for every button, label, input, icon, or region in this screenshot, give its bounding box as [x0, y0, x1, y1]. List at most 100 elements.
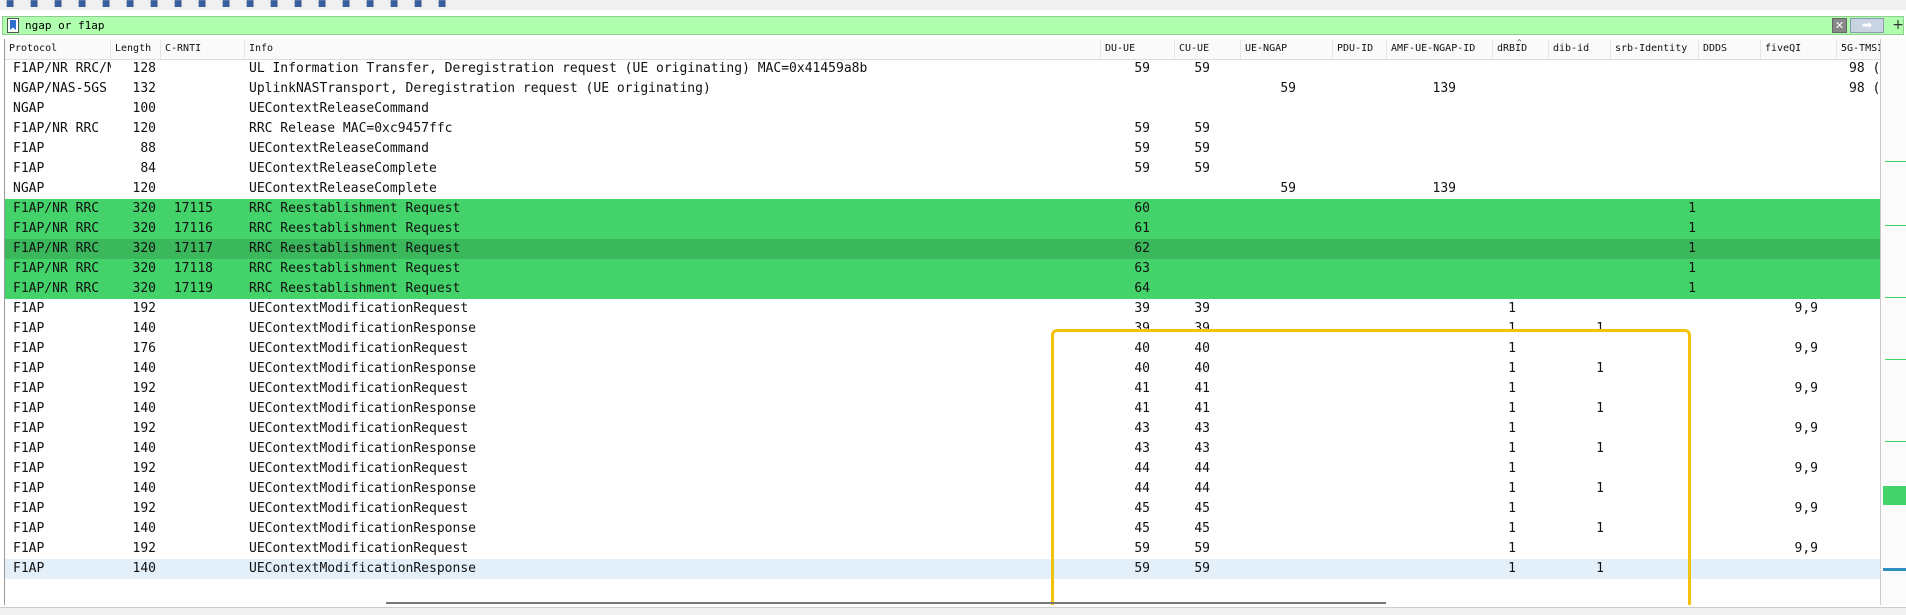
- packet-row[interactable]: F1AP 192 UEContextModificationRequest 41 41 1…: [5, 379, 1881, 399]
- cell-srb-identity: [1611, 159, 1701, 179]
- add-filter-button[interactable]: +: [1891, 17, 1905, 34]
- cell-ue-ngap: [1219, 59, 1301, 79]
- column-header[interactable]: Protocol: [5, 39, 111, 59]
- packet-row[interactable]: F1AP 140 UEContextModificationResponse 41 41…: [5, 399, 1881, 419]
- cell-pdu-id: [1301, 239, 1349, 259]
- zoom-reset-icon[interactable]: ■: [412, 0, 424, 9]
- packet-row[interactable]: NGAP 120 UEContextReleaseComplete 59 139: [5, 179, 1881, 199]
- cell-srb-identity: [1611, 419, 1701, 439]
- packet-row[interactable]: NGAP/NAS-5GS 132 UplinkNASTransport, Dereg…: [5, 79, 1881, 99]
- cell-crnti: 17118: [173, 261, 213, 276]
- packet-row[interactable]: F1AP 176 UEContextModificationRequest 40 40 1…: [5, 339, 1881, 359]
- cell-drbid: 1: [1508, 381, 1516, 396]
- column-header[interactable]: Info: [245, 39, 1101, 59]
- colorize-icon[interactable]: ■: [340, 0, 352, 9]
- go-back-icon[interactable]: ■: [196, 0, 208, 9]
- packet-row[interactable]: F1AP/NR RRC 320 17118 RRC Reestablishment R…: [5, 259, 1881, 279]
- open-icon[interactable]: ■: [76, 0, 88, 9]
- column-header[interactable]: DU-UE: [1101, 39, 1175, 59]
- column-header[interactable]: fiveQI: [1761, 39, 1837, 59]
- display-filter-input[interactable]: [25, 17, 1825, 34]
- horizontal-scrollbar-thumb[interactable]: [386, 602, 1386, 604]
- cell-fiveqi: [1761, 259, 1823, 279]
- cell-amf-ue-ngap-id: [1349, 479, 1461, 499]
- cell-ue-ngap: 59: [1280, 181, 1296, 196]
- column-header[interactable]: Length: [111, 39, 161, 59]
- go-first-icon[interactable]: ■: [268, 0, 280, 9]
- resize-columns-icon[interactable]: ■: [436, 0, 448, 9]
- packet-row[interactable]: F1AP 140 UEContextModificationResponse 44 44…: [5, 479, 1881, 499]
- packet-row[interactable]: F1AP 84 UEContextReleaseComplete 59 59: [5, 159, 1881, 179]
- column-header[interactable]: DDDS: [1699, 39, 1761, 59]
- cell-drbid: [1461, 279, 1521, 299]
- packet-list[interactable]: Protocol Length C-RNTI Info DU-UE CU-UE UE-NGA…: [4, 39, 1881, 605]
- cell-protocol: F1AP: [13, 361, 45, 376]
- packet-row[interactable]: F1AP 192 UEContextModificationRequest 59 59 1…: [5, 539, 1881, 559]
- packet-row[interactable]: F1AP 192 UEContextModificationRequest 43 43 1…: [5, 419, 1881, 439]
- cell-pdu-id: [1301, 219, 1349, 239]
- cell-dib-id: [1525, 279, 1609, 299]
- packet-row[interactable]: F1AP 192 UEContextModificationRequest 44 44 1…: [5, 459, 1881, 479]
- column-header[interactable]: PDU-ID: [1333, 39, 1387, 59]
- cell-amf-ue-ngap-id: [1349, 139, 1461, 159]
- apply-filter-button[interactable]: ➡: [1850, 18, 1884, 33]
- cell-info: UEContextModificationRequest: [249, 341, 469, 356]
- cell-amf-ue-ngap-id: [1349, 239, 1461, 259]
- packet-row[interactable]: F1AP 140 UEContextModificationResponse 40 40…: [5, 359, 1881, 379]
- column-header[interactable]: C-RNTI: [161, 39, 245, 59]
- go-forward-icon[interactable]: ■: [220, 0, 232, 9]
- save-icon[interactable]: ■: [100, 0, 112, 9]
- sort-indicator-icon: ^: [1517, 39, 1522, 47]
- column-header[interactable]: srb-Identity: [1611, 39, 1699, 59]
- autoscroll-icon[interactable]: ■: [316, 0, 328, 9]
- reload-icon[interactable]: ■: [148, 0, 160, 9]
- go-to-packet-icon[interactable]: ■: [244, 0, 256, 9]
- packet-row[interactable]: F1AP/NR RRC 120 RRC Release MAC=0xc9457ffc…: [5, 119, 1881, 139]
- stop-icon[interactable]: ■: [4, 0, 16, 9]
- column-header[interactable]: CU-UE: [1175, 39, 1241, 59]
- cell-length: 192: [132, 381, 156, 396]
- packet-row[interactable]: F1AP 140 UEContextModificationResponse 59 59…: [5, 559, 1881, 579]
- cell-du-ue: 64: [1134, 281, 1150, 296]
- column-header[interactable]: 5G-TMSI: [1837, 39, 1881, 59]
- zoom-in-icon[interactable]: ■: [364, 0, 376, 9]
- packet-row[interactable]: F1AP/NR RRC 320 17119 RRC Reestablishment R…: [5, 279, 1881, 299]
- cell-dib-id: [1525, 539, 1609, 559]
- packet-row[interactable]: F1AP 88 UEContextReleaseCommand 59 59: [5, 139, 1881, 159]
- packet-row[interactable]: F1AP 140 UEContextModificationResponse 45 45…: [5, 519, 1881, 539]
- cell-amf-ue-ngap-id: 139: [1432, 181, 1456, 196]
- column-header[interactable]: AMF-UE-NGAP-ID: [1387, 39, 1493, 59]
- packet-minimap-scrollbar[interactable]: [1880, 39, 1906, 605]
- cell-drbid: 1: [1508, 561, 1516, 576]
- packet-row[interactable]: F1AP/NR RRC 320 17116 RRC Reestablishment R…: [5, 219, 1881, 239]
- column-header[interactable]: UE-NGAP: [1241, 39, 1333, 59]
- restart-icon[interactable]: ■: [28, 0, 40, 9]
- cell-dib-id: 1: [1596, 361, 1604, 376]
- packet-row[interactable]: F1AP/NR RRC 320 17117 RRC Reestablishment R…: [5, 239, 1881, 259]
- cell-fiveqi: [1761, 99, 1823, 119]
- packet-row[interactable]: F1AP 140 UEContextModificationResponse 43 43…: [5, 439, 1881, 459]
- bookmark-icon[interactable]: [7, 18, 19, 33]
- packet-row[interactable]: F1AP 192 UEContextModificationRequest 45 45 1…: [5, 499, 1881, 519]
- packet-row[interactable]: F1AP/NR RRC 320 17115 RRC Reestablishment R…: [5, 199, 1881, 219]
- go-last-icon[interactable]: ■: [292, 0, 304, 9]
- column-header[interactable]: dib-id: [1549, 39, 1611, 59]
- cell-amf-ue-ngap-id: [1349, 299, 1461, 319]
- packet-row[interactable]: F1AP 192 UEContextModificationRequest 39 39 1…: [5, 299, 1881, 319]
- cell-drbid: 1: [1508, 481, 1516, 496]
- clear-filter-button[interactable]: ✕: [1832, 18, 1847, 33]
- packet-row[interactable]: NGAP 100 UEContextReleaseCommand: [5, 99, 1881, 119]
- close-icon[interactable]: ■: [124, 0, 136, 9]
- cell-crnti: 17116: [173, 221, 213, 236]
- cell-pdu-id: [1301, 479, 1349, 499]
- cell-tmsi: [1841, 559, 1881, 579]
- options-icon[interactable]: ■: [52, 0, 64, 9]
- find-icon[interactable]: ■: [172, 0, 184, 9]
- cell-protocol: F1AP/NR RRC: [13, 241, 100, 256]
- cell-srb-identity: 1: [1688, 241, 1696, 256]
- cell-ue-ngap: [1219, 559, 1301, 579]
- zoom-out-icon[interactable]: ■: [388, 0, 400, 9]
- cell-ddds: [1701, 559, 1761, 579]
- packet-row[interactable]: F1AP 140 UEContextModificationResponse 39 39…: [5, 319, 1881, 339]
- packet-row[interactable]: F1AP/NR RRC/NA… 128 UL Information Transfe…: [5, 59, 1881, 79]
